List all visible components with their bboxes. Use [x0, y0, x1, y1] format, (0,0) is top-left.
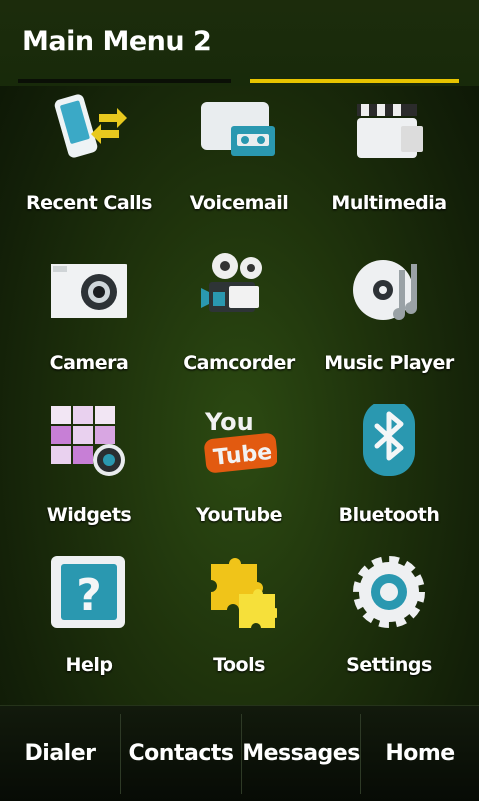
app-label: Recent Calls: [26, 192, 153, 214]
dock-bar: Dialer Contacts Messages Home: [0, 705, 479, 801]
app-label: Tools: [213, 654, 265, 676]
home-button[interactable]: Home: [361, 706, 479, 801]
recent-calls-icon: [54, 94, 127, 158]
voicemail-icon: [201, 102, 275, 156]
help-icon: ?: [51, 556, 125, 628]
multimedia-icon: [357, 104, 423, 158]
camcorder-icon: [201, 253, 262, 312]
app-label: Widgets: [46, 504, 132, 526]
page-title: Main Menu 2: [22, 26, 212, 57]
messages-button[interactable]: Messages: [242, 706, 360, 801]
camera-icon: [51, 264, 127, 318]
help-glyph: ?: [76, 570, 102, 621]
app-label: YouTube: [196, 504, 282, 526]
youtube-icon: You Tube: [204, 408, 277, 473]
app-label: Camera: [49, 352, 129, 374]
app-label: Camcorder: [183, 352, 295, 374]
page-indicator-1[interactable]: [18, 79, 231, 83]
settings-icon: [353, 556, 425, 628]
music-player-icon: [353, 260, 417, 320]
header: Main Menu 2: [0, 0, 479, 86]
app-label: Bluetooth: [338, 504, 440, 526]
youtube-logo-top: You: [204, 408, 254, 436]
page-indicator-2-active[interactable]: [250, 79, 459, 83]
app-label: Settings: [346, 654, 432, 676]
tools-icon: [211, 558, 277, 628]
app-label: Music Player: [324, 352, 454, 374]
app-label: Multimedia: [331, 192, 447, 214]
app-label: Help: [65, 654, 113, 676]
widgets-icon: [51, 406, 125, 476]
app-label: Voicemail: [189, 192, 289, 214]
dialer-button[interactable]: Dialer: [0, 706, 120, 801]
contacts-button[interactable]: Contacts: [121, 706, 241, 801]
bluetooth-icon: [363, 404, 415, 476]
